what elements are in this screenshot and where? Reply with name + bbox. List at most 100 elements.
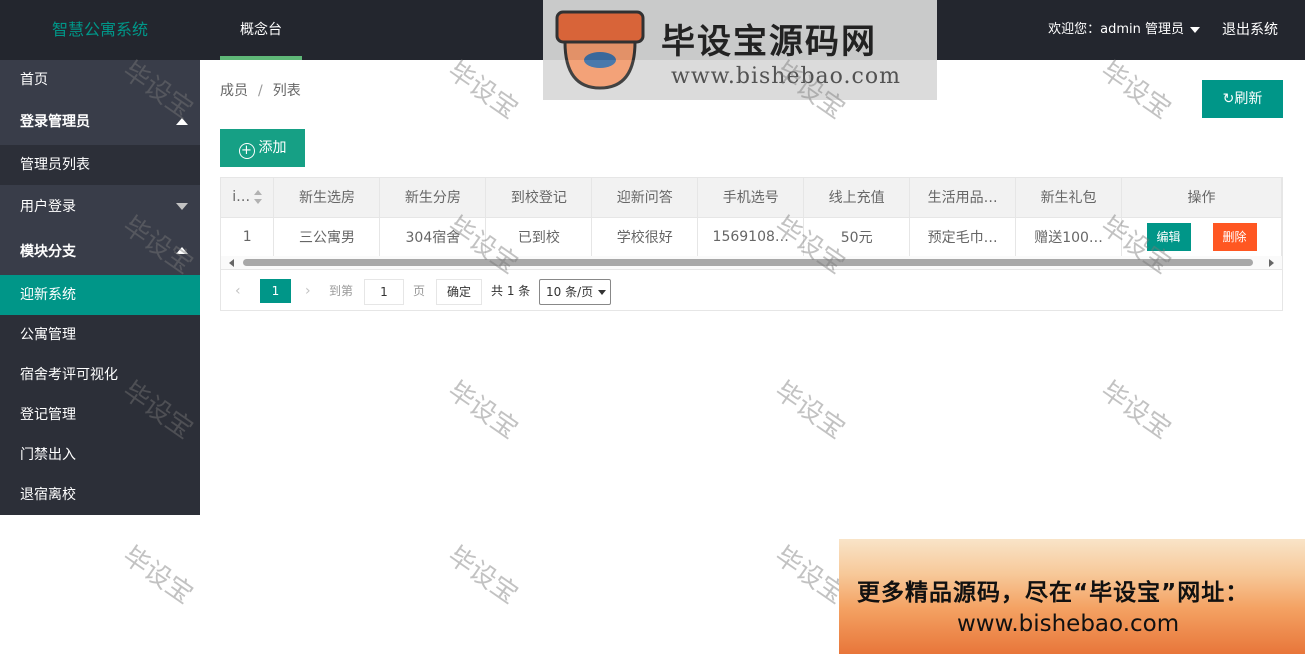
- sidebar-item-label: 模块分支: [20, 244, 76, 260]
- sidebar-item-label: 门禁出入: [20, 447, 76, 463]
- add-label: 添加: [258, 140, 287, 156]
- watermark: 毕设宝: [1095, 55, 1177, 126]
- sidebar-item-label: 登录管理员: [20, 114, 90, 130]
- refresh-label: 刷新: [1234, 91, 1263, 107]
- bishebao-logo-icon: [555, 10, 645, 90]
- sidebar-item-home[interactable]: 首页: [0, 60, 200, 100]
- username: admin 管理员: [1100, 22, 1184, 37]
- prev-page-icon[interactable]: ‹: [235, 279, 241, 303]
- column-header: 线上充值: [803, 178, 911, 218]
- data-table: i… 新生选房 新生分房 到校登记 迎新问答 手机选号 线上充值 生活用品… 新…: [220, 177, 1283, 311]
- sidebar-item-label: 首页: [20, 72, 48, 88]
- column-header-label: i…: [232, 189, 251, 206]
- welcome-text: 欢迎您：: [1048, 22, 1101, 37]
- scrollbar-thumb[interactable]: [243, 259, 1253, 266]
- table-cell: 已到校: [485, 217, 593, 257]
- chevron-up-icon: [176, 118, 188, 125]
- horizontal-scrollbar[interactable]: [221, 256, 1282, 270]
- watermark-banner: 毕设宝源码网 www.bishebao.com: [543, 0, 937, 100]
- table-header-row: i… 新生选房 新生分房 到校登记 迎新问答 手机选号 线上充值 生活用品… 新…: [221, 178, 1282, 218]
- app-title: 智慧公寓系统: [51, 20, 148, 39]
- pagination: ‹ 1 › 到第 1 页 确定 共 1 条 10 条/页: [221, 271, 1282, 311]
- sidebar-group-modules[interactable]: 模块分支: [0, 229, 200, 275]
- column-header: 迎新问答: [591, 178, 699, 218]
- chevron-down-icon: [1190, 26, 1200, 33]
- column-header: 新生选房: [273, 178, 381, 218]
- sidebar-item-admin-list[interactable]: 管理员列表: [0, 145, 200, 185]
- breadcrumb: 成员 / 列表: [220, 80, 301, 100]
- goto-label: 到第: [329, 284, 354, 298]
- goto-confirm-button[interactable]: 确定: [436, 279, 482, 305]
- sidebar: 首页 登录管理员 管理员列表 用户登录 模块分支 迎新系统 公寓管理 宿舍考评可…: [0, 60, 200, 515]
- scroll-left-icon[interactable]: [229, 259, 234, 267]
- banner-title: 毕设宝源码网: [661, 22, 877, 62]
- sidebar-item-label: 公寓管理: [20, 327, 76, 343]
- edit-button[interactable]: 编辑: [1146, 222, 1191, 251]
- delete-button[interactable]: 删除: [1212, 222, 1257, 251]
- next-page-icon[interactable]: ›: [305, 279, 311, 303]
- chevron-down-icon: [176, 203, 188, 210]
- table-cell: 304宿舍: [379, 217, 487, 257]
- table-cell: 1569108…: [697, 217, 805, 257]
- sidebar-group-admin-login[interactable]: 登录管理员: [0, 100, 200, 145]
- logout-link[interactable]: 退出系统: [1222, 0, 1278, 60]
- sidebar-item-checkout[interactable]: 退宿离校: [0, 475, 200, 515]
- column-header: 新生分房: [379, 178, 487, 218]
- tab-console-label: 概念台: [240, 22, 282, 38]
- chevron-down-icon: [598, 290, 606, 295]
- watermark: 毕设宝: [442, 540, 524, 611]
- add-button[interactable]: + 添加: [220, 129, 305, 167]
- watermark: 毕设宝: [442, 55, 524, 126]
- sort-icon[interactable]: [254, 190, 263, 205]
- breadcrumb-level1[interactable]: 成员: [220, 83, 248, 99]
- page-unit-label: 页: [413, 284, 426, 298]
- user-menu[interactable]: 欢迎您：admin 管理员: [1048, 0, 1200, 60]
- sidebar-item-welcome-system[interactable]: 迎新系统: [0, 275, 200, 315]
- table-cell: 三公寓男: [273, 217, 381, 257]
- breadcrumb-level2: 列表: [272, 83, 301, 99]
- scroll-right-icon[interactable]: [1269, 259, 1274, 267]
- promo-line1: 更多精品源码，尽在“毕设宝”网址：: [857, 580, 1250, 606]
- sidebar-item-registration[interactable]: 登记管理: [0, 395, 200, 435]
- table-actions: 编辑 删除: [1121, 217, 1282, 257]
- column-header: 生活用品…: [909, 178, 1017, 218]
- breadcrumb-separator: /: [258, 83, 263, 99]
- page-size-select[interactable]: 10 条/页: [539, 279, 611, 305]
- refresh-button[interactable]: ↻刷新: [1202, 80, 1283, 118]
- promo-banner: 更多精品源码，尽在“毕设宝”网址： www.bishebao.com: [839, 539, 1305, 654]
- watermark: 毕设宝: [117, 540, 199, 611]
- tab-console[interactable]: 概念台: [220, 0, 302, 60]
- plus-circle-icon: +: [238, 143, 255, 159]
- page-size-value: 10 条/页: [546, 285, 594, 299]
- column-header: 手机选号: [697, 178, 805, 218]
- table-cell: 50元: [803, 217, 911, 257]
- active-tab-indicator: [220, 56, 302, 60]
- sidebar-item-label: 退宿离校: [20, 487, 76, 503]
- table-cell: 学校很好: [591, 217, 699, 257]
- column-header: 到校登记: [485, 178, 593, 218]
- sidebar-group-user-login[interactable]: 用户登录: [0, 185, 200, 229]
- sidebar-item-apartment[interactable]: 公寓管理: [0, 315, 200, 355]
- watermark: 毕设宝: [442, 375, 524, 446]
- table-cell: 1: [221, 217, 275, 257]
- promo-url: www.bishebao.com: [957, 611, 1180, 637]
- refresh-icon: ↻: [1222, 91, 1235, 107]
- watermark: 毕设宝: [1095, 375, 1177, 446]
- column-header-id[interactable]: i…: [221, 178, 275, 218]
- total-count: 共 1 条: [491, 284, 531, 298]
- watermark: 毕设宝: [769, 375, 851, 446]
- sidebar-item-dorm-eval[interactable]: 宿舍考评可视化: [0, 355, 200, 395]
- table-cell: 赠送100…: [1015, 217, 1123, 257]
- sidebar-item-label: 管理员列表: [20, 157, 90, 173]
- sidebar-item-access-control[interactable]: 门禁出入: [0, 435, 200, 475]
- chevron-up-icon: [176, 247, 188, 254]
- sidebar-item-label: 用户登录: [20, 199, 76, 215]
- table-row: 1 三公寓男 304宿舍 已到校 学校很好 1569108… 50元 预定毛巾……: [221, 217, 1282, 257]
- column-header-actions: 操作: [1121, 178, 1282, 218]
- sidebar-item-label: 宿舍考评可视化: [20, 367, 118, 383]
- sidebar-item-label: 登记管理: [20, 407, 76, 423]
- page-number-input[interactable]: 1: [364, 279, 404, 305]
- table: i… 新生选房 新生分房 到校登记 迎新问答 手机选号 线上充值 生活用品… 新…: [221, 178, 1282, 257]
- current-page[interactable]: 1: [260, 279, 291, 303]
- banner-url: www.bishebao.com: [671, 64, 901, 89]
